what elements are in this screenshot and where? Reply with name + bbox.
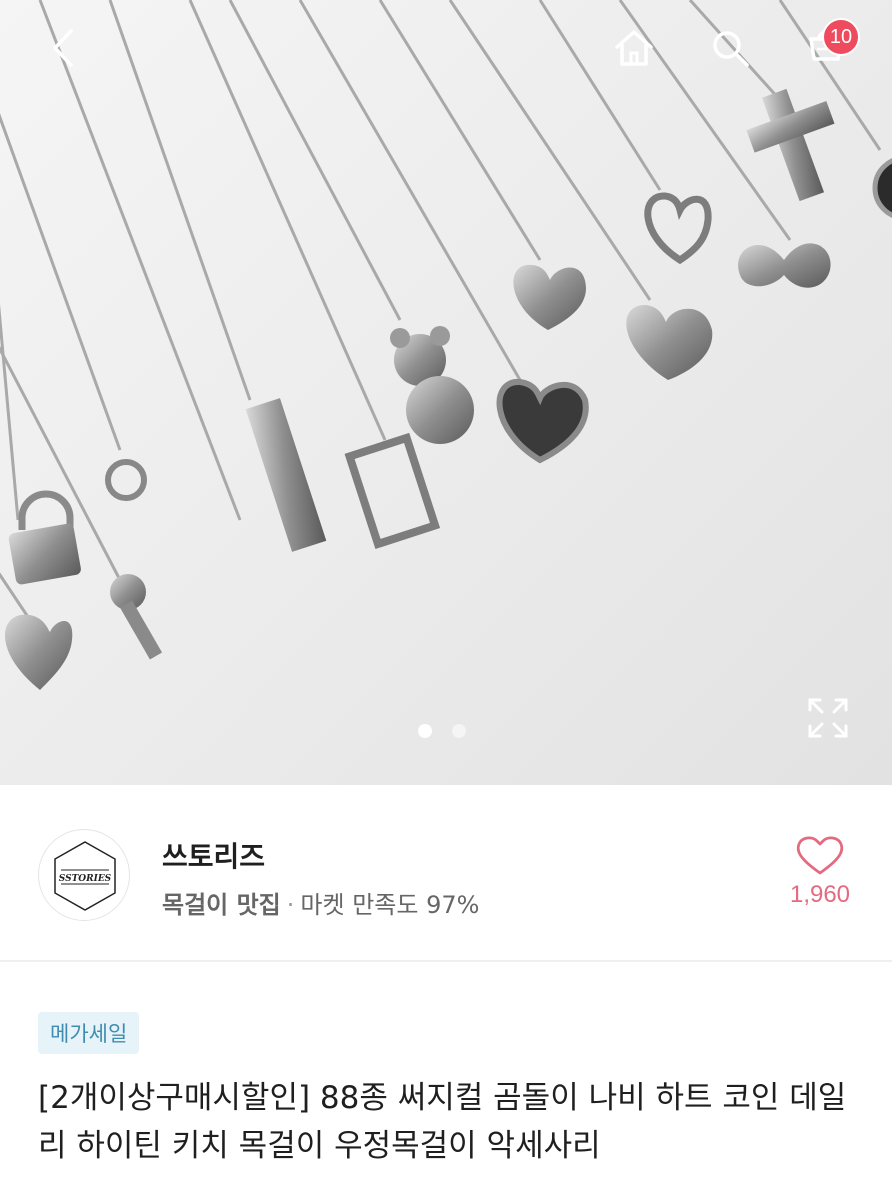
shop-separator: · [286,891,295,919]
chevron-left-icon [53,29,73,67]
pendant-coin [872,158,892,218]
sale-badge: 메가세일 [38,1012,140,1054]
pendant-ring [105,459,147,501]
pendant-puffy-heart [513,264,586,330]
shop-name[interactable]: 쓰토리즈 [162,835,265,875]
pendant-rectangle [344,432,441,550]
gallery-pagination [418,724,466,738]
pendant-bar [245,398,327,552]
necklace-chains [0,0,882,621]
pagination-dot[interactable] [452,724,466,738]
shop-subtitle: 목걸이 맛집 · 마켓 만족도 97% [162,885,479,920]
pendant-butterfly [738,243,831,288]
pendant-rose-heart [644,192,712,265]
product-photo [0,0,892,690]
shop-logo-text: SSTORIES [59,874,112,884]
pagination-dot-active[interactable] [418,724,432,738]
back-button[interactable] [36,18,96,78]
shop-logo-image: SSTORIES [54,841,116,911]
expand-icon[interactable] [804,694,852,742]
pendant-bear [390,326,474,444]
pendant-heart-small [5,614,73,690]
cart-button[interactable]: 10 [796,18,860,78]
heart-icon[interactable] [790,833,850,877]
search-button[interactable] [700,18,760,78]
pendant-cross [746,88,835,202]
search-icon [713,31,749,67]
home-icon [615,30,653,66]
shop-logo[interactable]: SSTORIES [38,829,130,921]
product-image-gallery[interactable]: 10 [0,0,892,785]
like-count: 1,960 [789,881,851,908]
pendant-lock [8,490,81,585]
shop-info[interactable]: SSTORIES 쓰토리즈 목걸이 맛집 · 마켓 만족도 97% 1,960 [0,785,892,960]
shop-satisfaction: 마켓 만족도 97% [300,891,480,919]
pendant-leopard-heart [496,379,589,464]
pendant-valentine-heart [626,305,713,380]
product-title: [2개이상구매시할인] 88종 써지컬 곰돌이 나비 하트 코인 데일리 하이틴… [38,1080,847,1164]
cart-count-badge: 10 [822,18,860,56]
shop-tagline: 목걸이 맛집 [162,891,281,919]
home-button[interactable] [604,18,664,78]
pendant-key [110,574,163,660]
section-divider [0,960,892,962]
